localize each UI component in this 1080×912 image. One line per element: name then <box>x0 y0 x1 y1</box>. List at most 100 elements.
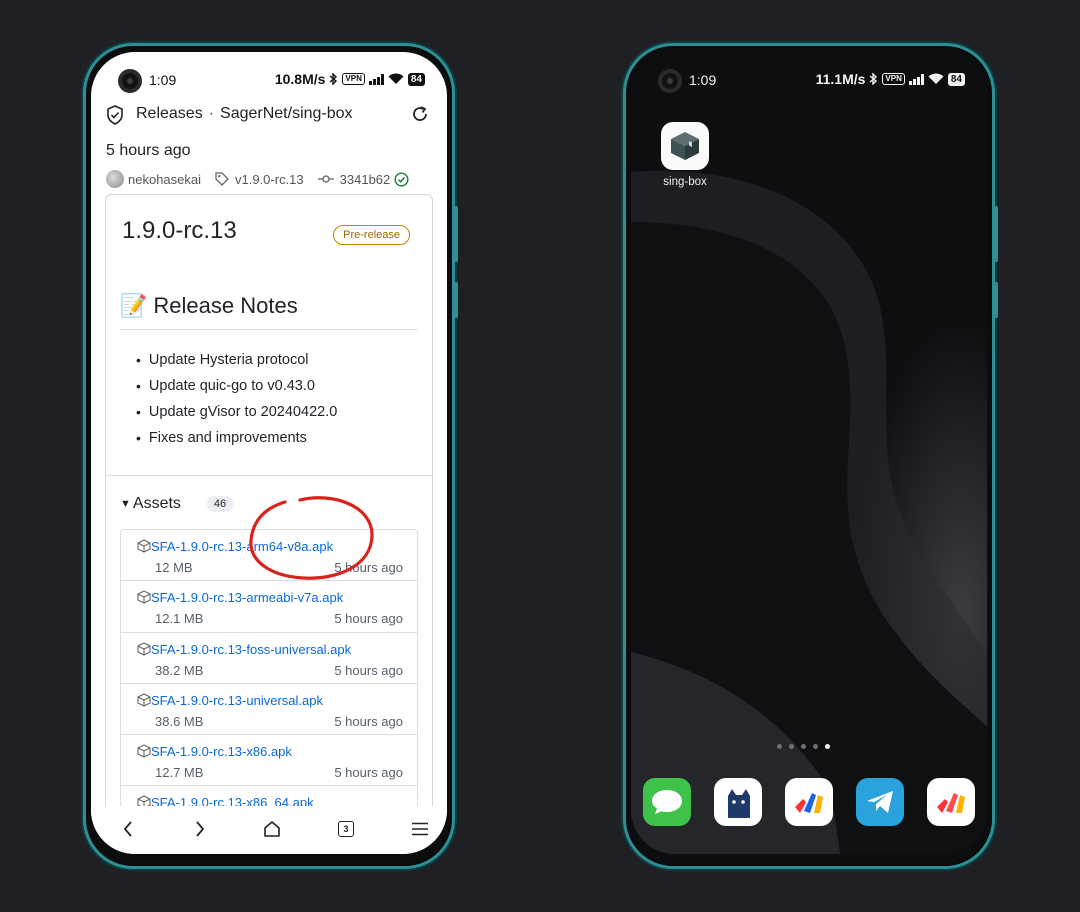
front-camera <box>658 69 682 93</box>
browser-screen: 1:09 10.8M/s VPN 84 Releases · SagerNet/si… <box>91 52 447 854</box>
tag-link[interactable]: v1.9.0-rc.13 <box>235 172 304 187</box>
page-dot <box>813 744 818 749</box>
asset-row: SFA-1.9.0-rc.13-x86_64.apk <box>121 786 417 806</box>
release-time-ago: 5 hours ago <box>106 142 191 159</box>
telegram-app[interactable] <box>856 778 904 826</box>
forward-button[interactable] <box>189 818 211 840</box>
package-icon <box>137 744 151 758</box>
assets-toggle[interactable]: ▼ Assets 46 <box>120 495 234 513</box>
volume-button <box>454 206 458 262</box>
release-notes-heading: 📝 Release Notes <box>120 293 298 319</box>
verified-check-icon <box>394 171 409 187</box>
list-item: Update quic-go to v0.43.0 <box>136 373 337 399</box>
asset-link[interactable]: SFA-1.9.0-rc.13-x86.apk <box>151 744 292 759</box>
avatar[interactable] <box>106 170 124 188</box>
wifi-icon <box>928 73 944 84</box>
asset-size: 38.6 MB <box>155 713 204 729</box>
phone-right: 1:09 11.1M/s VPN 84 sing-box <box>623 43 998 869</box>
browser-top-bar: Releases · SagerNet/sing-box <box>91 100 447 130</box>
page-title[interactable]: Releases · SagerNet/sing-box <box>136 105 353 123</box>
asset-age: 5 hours ago <box>334 765 403 781</box>
package-icon <box>137 693 151 707</box>
vpn-badge: VPN <box>882 73 905 85</box>
author-link[interactable]: nekohasekai <box>128 172 201 187</box>
list-item: Update gVisor to 20240422.0 <box>136 399 337 425</box>
battery-level: 84 <box>407 72 425 86</box>
power-button <box>454 282 458 318</box>
status-bar: 1:09 10.8M/s VPN 84 <box>91 66 447 94</box>
home-screen: 1:09 11.1M/s VPN 84 sing-box <box>631 52 987 854</box>
asset-age: 5 hours ago <box>334 662 403 678</box>
list-item: Update Hysteria protocol <box>136 347 337 373</box>
title-separator: · <box>208 105 215 122</box>
commit-link[interactable]: 3341b62 <box>340 172 391 187</box>
hamburger-menu-icon <box>412 822 428 836</box>
cat-app[interactable] <box>714 778 762 826</box>
box-icon <box>671 132 699 160</box>
release-notes-list: Update Hysteria protocol Update quic-go … <box>136 347 337 451</box>
yandex-app[interactable] <box>785 778 833 826</box>
status-time: 1:09 <box>689 72 717 88</box>
triangle-down-icon: ▼ <box>120 498 131 510</box>
asset-size: 12.1 MB <box>155 611 204 627</box>
asset-link[interactable]: SFA-1.9.0-rc.13-arm64-v8a.apk <box>151 539 333 554</box>
package-icon <box>137 641 151 656</box>
messages-app[interactable] <box>643 778 691 826</box>
package-icon <box>137 539 151 553</box>
page-indicator <box>777 744 830 749</box>
asset-link[interactable]: SFA-1.9.0-rc.13-x86_64.apk <box>151 795 314 806</box>
status-bar: 1:09 11.1M/s VPN 84 <box>631 66 987 94</box>
front-camera <box>118 69 142 93</box>
tag-icon <box>215 172 229 186</box>
page-title-text: Releases <box>136 105 203 122</box>
signal-icon <box>908 73 924 85</box>
asset-size: 12.7 MB <box>155 765 204 781</box>
network-speed: 10.8M/s <box>274 71 326 87</box>
power-button <box>994 282 998 318</box>
sing-box-app[interactable]: sing-box <box>659 122 711 188</box>
cat-icon <box>728 789 750 818</box>
page-dot <box>789 744 794 749</box>
chevron-left-icon <box>123 821 132 837</box>
page-dot <box>777 744 782 749</box>
dock <box>643 778 975 826</box>
back-button[interactable] <box>117 818 139 840</box>
battery-level: 84 <box>947 72 965 86</box>
bluetooth-icon <box>869 73 878 85</box>
sing-box-app-icon <box>661 122 709 170</box>
asset-age: 5 hours ago <box>334 713 403 729</box>
package-icon <box>137 590 151 604</box>
yandex-logo-icon <box>937 793 965 813</box>
page-dot-active <box>825 744 830 749</box>
asset-row: SFA-1.9.0-rc.13-armeabi-v7a.apk 12.1 MB … <box>121 581 417 633</box>
sing-box-app-label: sing-box <box>663 176 707 188</box>
release-meta: nekohasekai v1.9.0-rc.13 3341b62 <box>106 170 409 188</box>
asset-age: 5 hours ago <box>334 611 403 627</box>
divider <box>120 329 418 330</box>
status-icons: 10.8M/s VPN 84 <box>275 71 425 87</box>
asset-link[interactable]: SFA-1.9.0-rc.13-universal.apk <box>151 693 323 708</box>
signal-icon <box>368 73 384 85</box>
package-icon <box>137 795 151 806</box>
menu-button[interactable] <box>409 818 431 840</box>
release-version[interactable]: 1.9.0-rc.13 <box>122 217 237 245</box>
repo-name: SagerNet/sing-box <box>220 105 353 122</box>
asset-link[interactable]: SFA-1.9.0-rc.13-armeabi-v7a.apk <box>151 590 343 605</box>
tabs-button[interactable]: 3 <box>335 818 357 840</box>
tabs-count: 3 <box>338 821 354 837</box>
home-button[interactable] <box>261 818 283 840</box>
bluetooth-icon <box>329 73 338 85</box>
asset-row: SFA-1.9.0-rc.13-arm64-v8a.apk 12 MB 5 ho… <box>121 530 417 582</box>
prerelease-badge: Pre-release <box>333 225 410 245</box>
network-speed: 11.1M/s <box>815 71 866 87</box>
shield-icon[interactable] <box>106 105 124 125</box>
yandex-browser-app[interactable] <box>927 778 975 826</box>
asset-link[interactable]: SFA-1.9.0-rc.13-foss-universal.apk <box>151 642 351 657</box>
asset-age: 5 hours ago <box>334 560 403 575</box>
wifi-icon <box>388 73 404 84</box>
asset-row: SFA-1.9.0-rc.13-universal.apk 38.6 MB 5 … <box>121 684 417 736</box>
asset-row: SFA-1.9.0-rc.13-foss-universal.apk 38.2 … <box>121 633 417 684</box>
volume-button <box>994 206 998 262</box>
stage: 1:09 10.8M/s VPN 84 Releases · SagerNet/si… <box>0 0 1080 912</box>
reload-icon[interactable] <box>411 105 429 123</box>
